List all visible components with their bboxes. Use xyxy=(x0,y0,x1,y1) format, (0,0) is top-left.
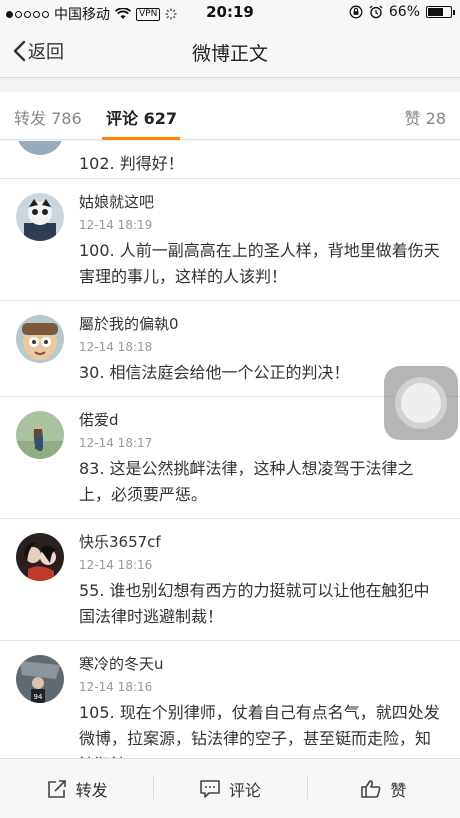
tab-like[interactable]: 赞 28 xyxy=(405,105,446,129)
repost-button[interactable]: 转发 xyxy=(0,777,153,801)
comment-time: 12-14 18:17 xyxy=(79,436,153,450)
like-label: 赞 xyxy=(390,780,407,800)
commenter-name[interactable]: 快乐3657cf xyxy=(79,531,442,553)
list-item[interactable]: 姑娘就这吧 12-14 18:19 100. 人前一副高高在上的圣人样，背地里做… xyxy=(0,179,460,301)
avatar[interactable] xyxy=(16,411,64,459)
tab-repost[interactable]: 转发 786 xyxy=(14,105,82,129)
tab-bar: 转发 786 评论 627 赞 28 xyxy=(0,92,460,140)
assistive-touch-button[interactable] xyxy=(384,366,458,440)
rotation-lock-icon xyxy=(349,5,363,19)
like-button[interactable]: 赞 xyxy=(306,774,460,801)
commenter-name[interactable]: 姑娘就这吧 xyxy=(79,191,442,213)
comment-button[interactable]: 评论 xyxy=(153,774,306,801)
list-item[interactable]: 94 寒冷的冬天u 12-14 18:16 105. 现在个别律师，仗着自己有点… xyxy=(0,641,460,758)
comment-time: 12-14 18:19 xyxy=(79,218,153,232)
comment-text: 55. 谁也别幻想有西方的力挺就可以让他在触犯中国法律时逃避制裁！ xyxy=(79,581,430,626)
comment-text: 102. 判得好！ xyxy=(79,154,184,173)
active-tab-indicator xyxy=(102,137,180,140)
comment-text: 83. 这是公然挑衅法律，这种人想凌驾于法律之上，必须要严惩。 xyxy=(79,459,414,504)
comment-time: 12-14 18:16 xyxy=(79,558,153,572)
commenter-name[interactable]: 屬於我的偏執0 xyxy=(79,313,442,335)
avatar[interactable] xyxy=(16,533,64,581)
tab-comment[interactable]: 评论 627 xyxy=(106,105,177,129)
comment-list[interactable]: 102. 判得好！ 姑娘就这吧 12-14 18:19 100. 人前一副高高在… xyxy=(0,141,460,758)
comment-icon xyxy=(200,779,220,798)
thumbs-up-icon xyxy=(361,779,381,798)
repost-label: 转发 xyxy=(75,780,108,800)
comment-time: 12-14 18:18 xyxy=(79,340,153,354)
avatar[interactable]: 94 xyxy=(16,655,64,703)
avatar[interactable] xyxy=(16,315,64,363)
share-icon xyxy=(47,779,66,798)
assistive-touch-center xyxy=(401,383,441,423)
page-title: 微博正文 xyxy=(191,43,268,65)
navigation-bar: 返回 微博正文 xyxy=(0,26,460,78)
battery-icon xyxy=(426,6,455,18)
alarm-icon xyxy=(369,5,383,19)
bottom-action-bar: 转发 评论 赞 xyxy=(0,758,460,818)
comment-text: 100. 人前一副高高在上的圣人样，背地里做着伤天害理的事儿，这样的人该判！ xyxy=(79,241,440,286)
status-right: 66% xyxy=(349,4,455,20)
status-bar: 中国移动 VPN 20:19 66% xyxy=(0,0,460,26)
comment-label: 评论 xyxy=(228,780,261,800)
comment-text: 105. 现在个别律师，仗着自己有点名气，就四处发微博，拉案源，钻法律的空子，甚… xyxy=(79,703,440,758)
battery-percent: 66% xyxy=(388,4,420,20)
commenter-name[interactable]: 寒冷的冬天u xyxy=(79,653,442,675)
avatar[interactable] xyxy=(16,193,64,241)
avatar[interactable] xyxy=(16,141,64,155)
svg-text:94: 94 xyxy=(34,693,43,701)
comment-time: 12-14 18:16 xyxy=(79,680,153,694)
list-item[interactable]: 102. 判得好！ xyxy=(0,141,460,179)
list-item[interactable]: 快乐3657cf 12-14 18:16 55. 谁也别幻想有西方的力挺就可以让… xyxy=(0,519,460,641)
